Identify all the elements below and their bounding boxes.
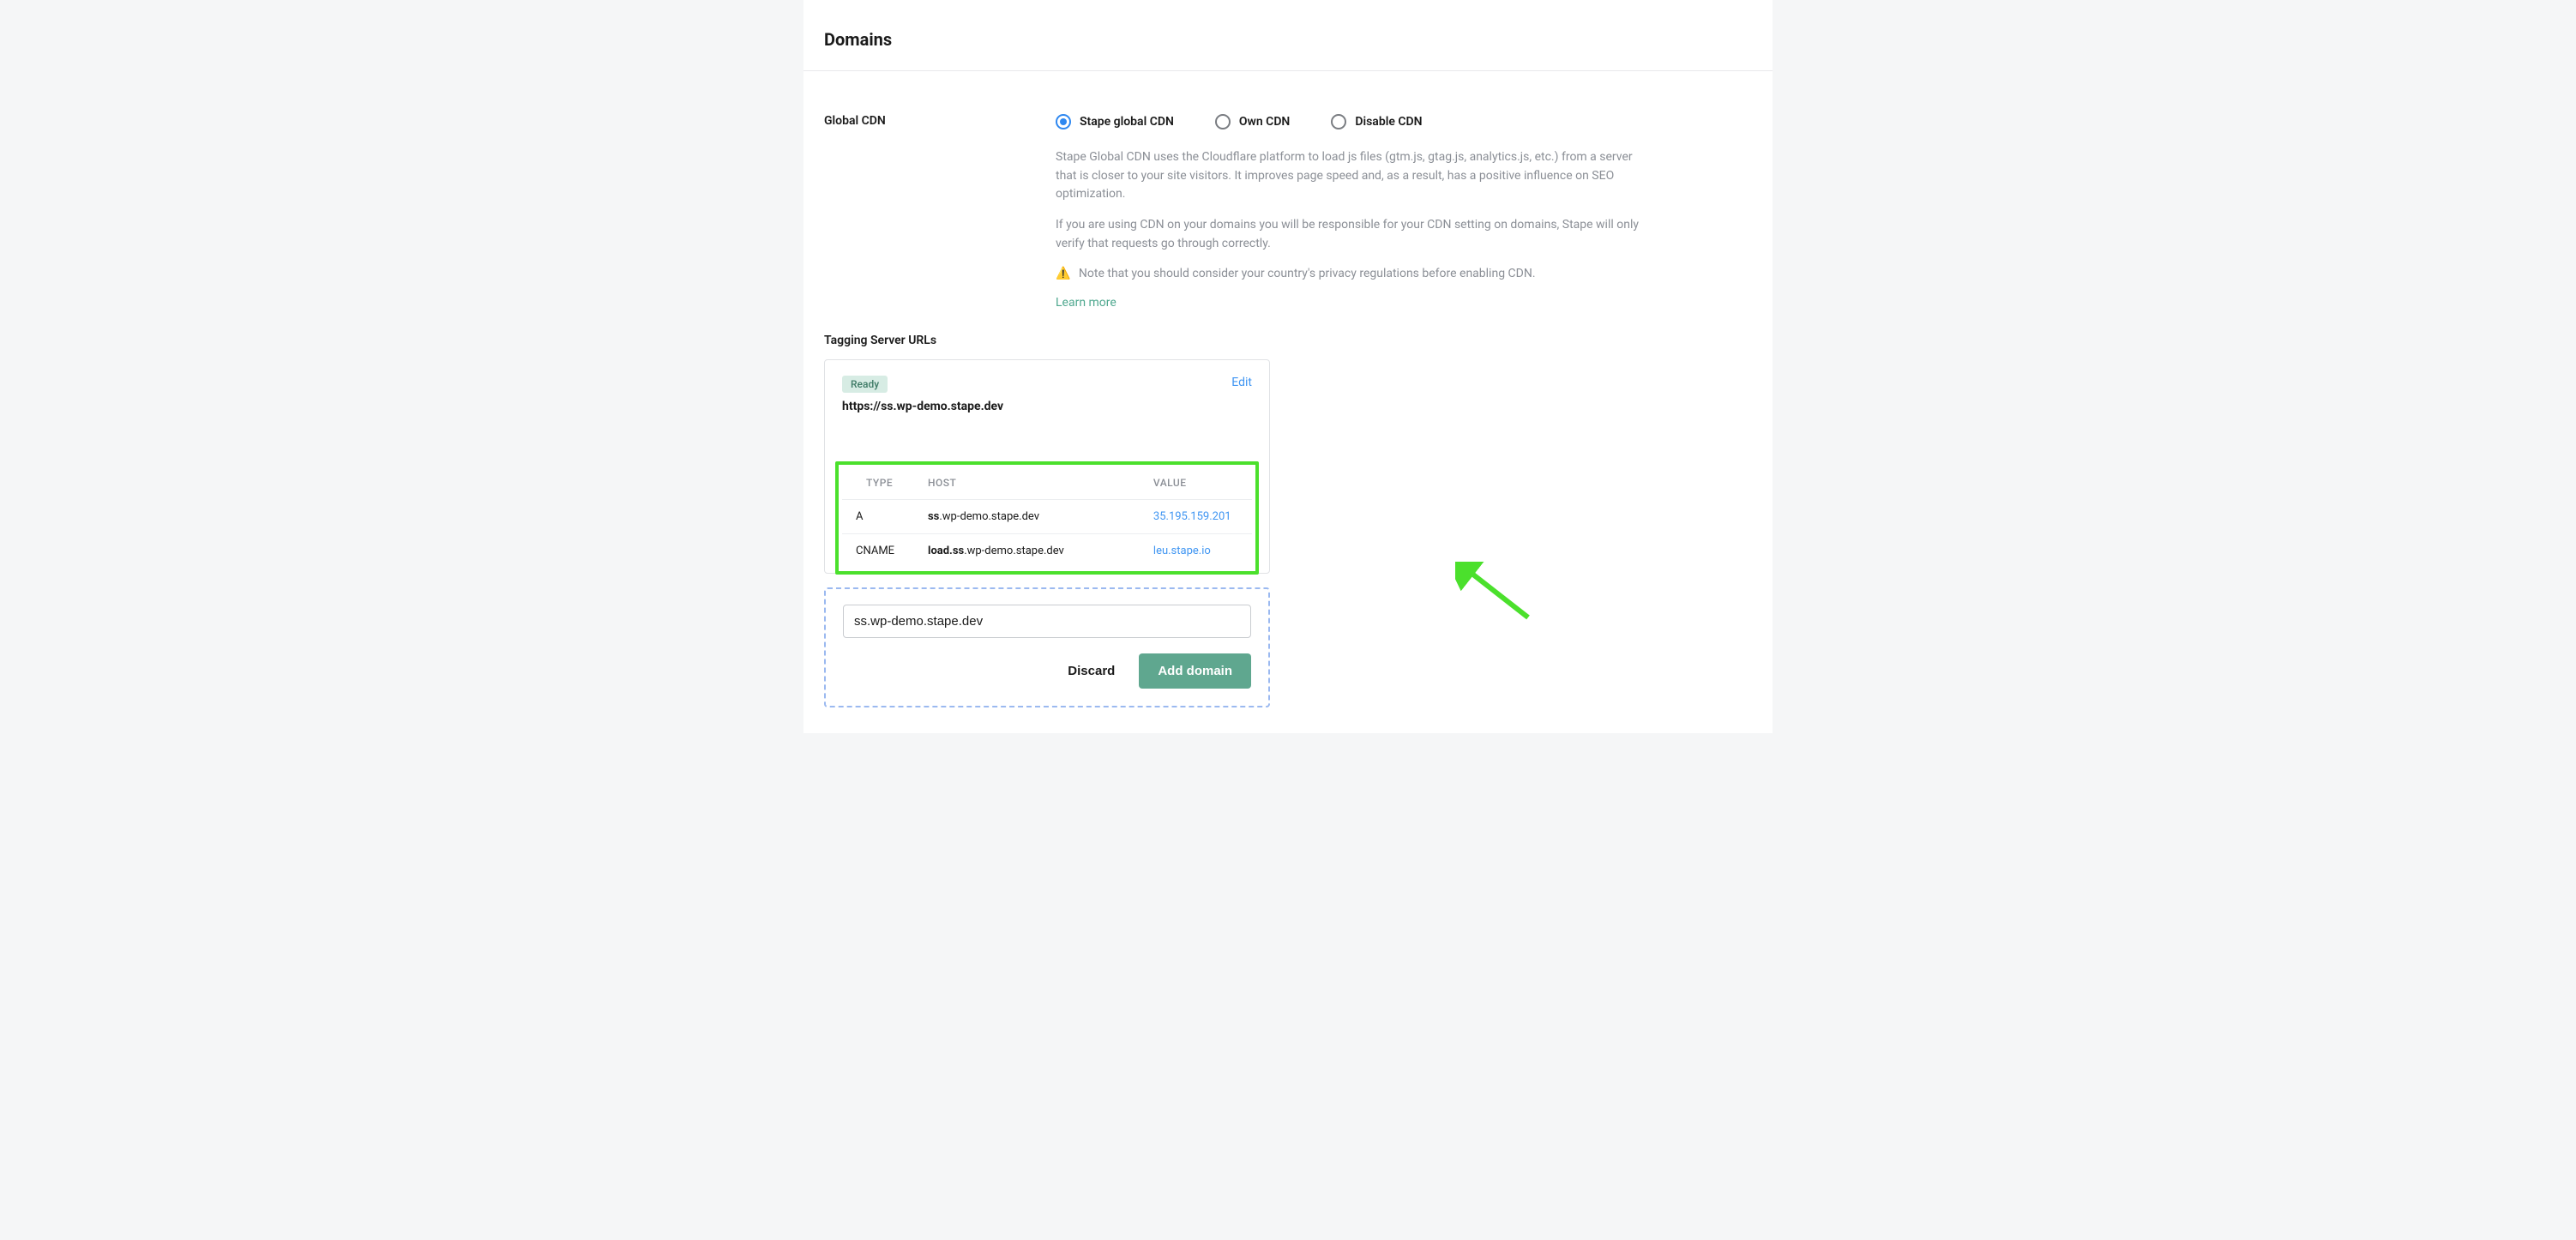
col-header-value: VALUE [1085, 468, 1252, 500]
learn-more-link[interactable]: Learn more [1056, 296, 1116, 310]
radio-disable-cdn[interactable]: Disable CDN [1331, 114, 1422, 129]
status-badge: Ready [842, 376, 888, 393]
page-title: Domains [824, 29, 1752, 50]
radio-stape-global-cdn[interactable]: Stape global CDN [1056, 114, 1174, 129]
tagging-server-card: Ready https://ss.wp-demo.stape.dev Edit … [824, 359, 1270, 574]
radio-icon [1056, 114, 1071, 129]
cdn-help-text-1: Stape Global CDN uses the Cloudflare pla… [1056, 148, 1656, 204]
edit-link[interactable]: Edit [1231, 376, 1252, 389]
global-cdn-label: Global CDN [824, 114, 1056, 128]
dns-host: ss.wp-demo.stape.dev [921, 500, 1085, 534]
dns-type: A [842, 500, 921, 534]
radio-icon [1331, 114, 1346, 129]
domain-input[interactable] [843, 605, 1251, 638]
discard-button[interactable]: Discard [1056, 655, 1127, 687]
add-domain-card: Discard Add domain [824, 587, 1270, 707]
radio-icon [1215, 114, 1231, 129]
table-row: A ss.wp-demo.stape.dev 35.195.159.201 [842, 500, 1252, 534]
dns-host: load.ss.wp-demo.stape.dev [921, 534, 1085, 569]
tagging-server-url: https://ss.wp-demo.stape.dev [842, 400, 1003, 413]
col-header-type: TYPE [842, 468, 921, 500]
warning-icon: ⚠️ [1056, 265, 1070, 284]
cdn-help-text-2: If you are using CDN on your domains you… [1056, 216, 1656, 253]
tagging-server-urls-label: Tagging Server URLs [824, 334, 1752, 347]
dns-value-link[interactable]: leu.stape.io [1153, 545, 1211, 557]
radio-label: Stape global CDN [1080, 115, 1174, 129]
dns-records-table: TYPE HOST VALUE A ss.wp-demo.stape.dev 3… [842, 468, 1252, 568]
annotation-arrow-icon [1455, 562, 1541, 630]
radio-own-cdn[interactable]: Own CDN [1215, 114, 1290, 129]
table-row: CNAME load.ss.wp-demo.stape.dev leu.stap… [842, 534, 1252, 569]
add-domain-button[interactable]: Add domain [1139, 653, 1251, 689]
radio-label: Own CDN [1239, 115, 1290, 129]
col-header-host: HOST [921, 468, 1085, 500]
dns-type: CNAME [842, 534, 921, 569]
dns-records-highlight: TYPE HOST VALUE A ss.wp-demo.stape.dev 3… [835, 461, 1259, 575]
radio-label: Disable CDN [1355, 115, 1422, 129]
dns-value-link[interactable]: 35.195.159.201 [1153, 510, 1231, 523]
cdn-warning-text: ⚠️ Note that you should consider your co… [1056, 265, 1656, 284]
